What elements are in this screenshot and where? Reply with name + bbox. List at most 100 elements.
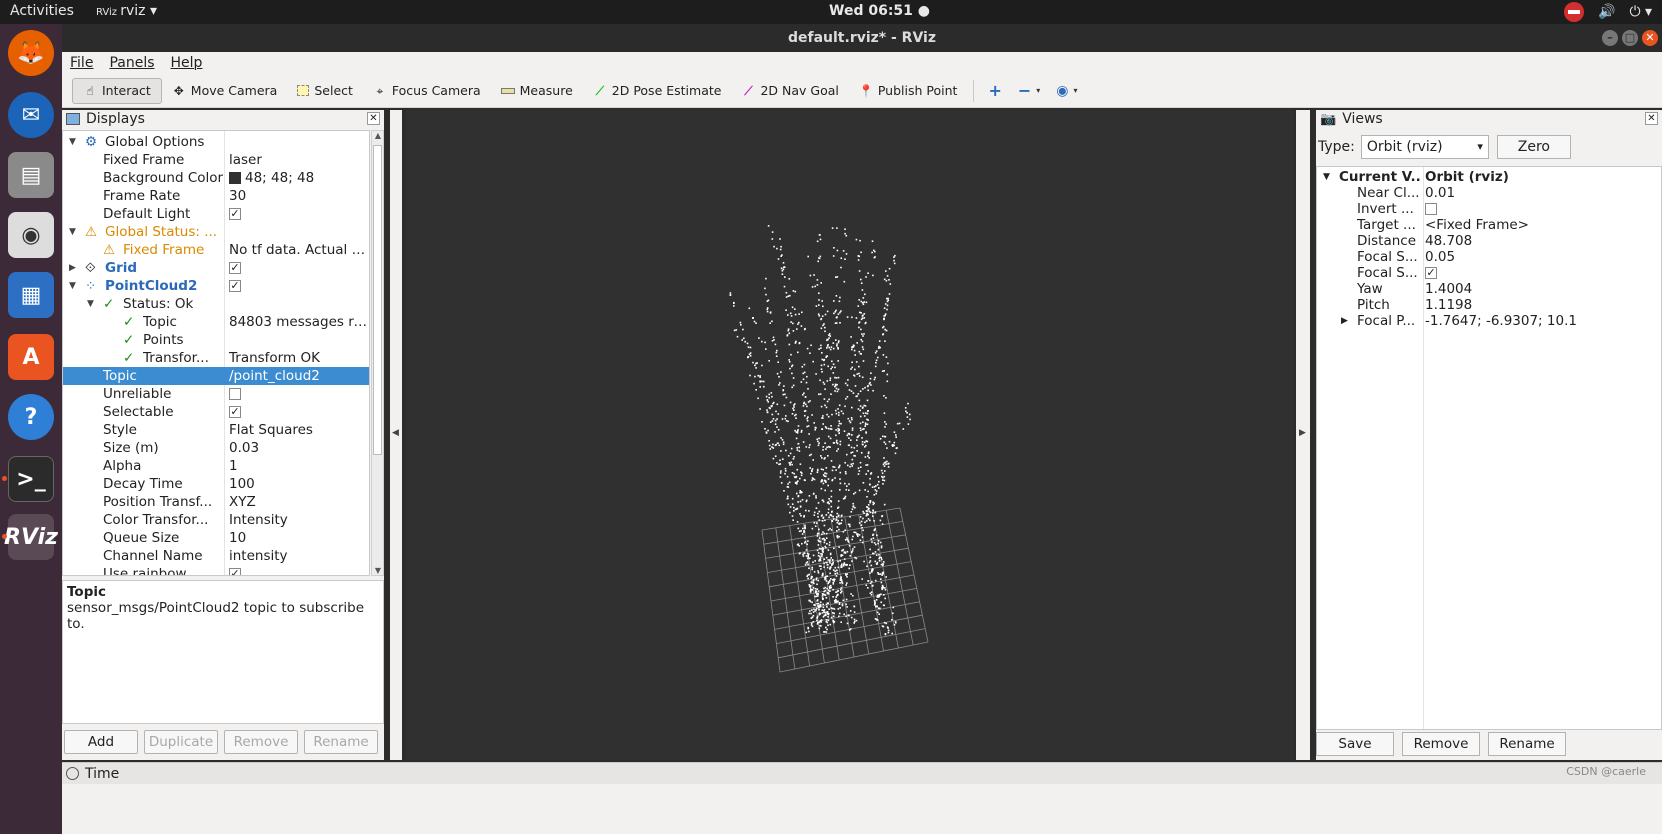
- thunderbird-icon[interactable]: ✉: [8, 92, 54, 138]
- checkbox-checked[interactable]: ✓: [229, 280, 241, 292]
- row-value[interactable]: 100: [227, 475, 369, 493]
- window-titlebar[interactable]: default.rviz* - RViz – □ ✕: [62, 24, 1662, 52]
- row-value[interactable]: Flat Squares: [227, 421, 369, 439]
- row-value[interactable]: 1.1198: [1425, 297, 1661, 313]
- row-value[interactable]: laser: [227, 151, 369, 169]
- collapsed-arrow-icon[interactable]: ▶: [69, 259, 76, 277]
- no-entry-icon[interactable]: [1564, 2, 1584, 22]
- tree-row-current-view[interactable]: ▼ Current V... Orbit (rviz): [1317, 169, 1661, 185]
- right-dock-splitter[interactable]: ▶: [1296, 110, 1310, 760]
- row-value[interactable]: Intensity: [227, 511, 369, 529]
- help-icon[interactable]: ?: [8, 394, 54, 440]
- views-tree[interactable]: ▼ Current V... Orbit (rviz) Near Cl... 0…: [1316, 166, 1662, 730]
- scroll-down-arrow-icon[interactable]: ▼: [373, 566, 383, 575]
- tree-row-topic-selected[interactable]: Topic /point_cloud2: [63, 367, 369, 385]
- tree-row-transform[interactable]: ✓ Transfor... Transform OK: [63, 349, 369, 367]
- checkbox-unchecked[interactable]: [229, 388, 241, 400]
- tree-row-style[interactable]: Style Flat Squares: [63, 421, 369, 439]
- rhythmbox-icon[interactable]: ◉: [8, 212, 54, 258]
- row-value[interactable]: 0.01: [1425, 185, 1661, 201]
- move-camera-tool-button[interactable]: ✥ Move Camera: [162, 78, 288, 104]
- tree-row-size[interactable]: Size (m) 0.03: [63, 439, 369, 457]
- select-tool-button[interactable]: Select: [287, 78, 363, 104]
- minimize-button[interactable]: –: [1602, 30, 1618, 46]
- tree-row-decay-time[interactable]: Decay Time 100: [63, 475, 369, 493]
- publish-point-tool-button[interactable]: 📍 Publish Point: [849, 78, 968, 104]
- tree-row-focal-shape-size[interactable]: Focal S... 0.05: [1317, 249, 1661, 265]
- scrollbar-thumb[interactable]: [373, 145, 382, 455]
- row-value[interactable]: 48; 48; 48: [227, 169, 369, 187]
- tree-row-alpha[interactable]: Alpha 1: [63, 457, 369, 475]
- system-tray[interactable]: 🔊 ⏻ ▾: [1564, 2, 1652, 22]
- collapsed-arrow-icon[interactable]: ▶: [1341, 313, 1348, 329]
- checkbox-checked[interactable]: ✓: [229, 208, 241, 220]
- menu-file[interactable]: File: [70, 52, 93, 74]
- checkbox-checked[interactable]: ✓: [1425, 267, 1437, 279]
- left-dock-splitter[interactable]: ◀: [390, 110, 402, 760]
- tree-row-points[interactable]: ✓ Points: [63, 331, 369, 349]
- tree-row-target-frame[interactable]: Target ... <Fixed Frame>: [1317, 217, 1661, 233]
- interact-tool-button[interactable]: ☝ Interact: [72, 77, 162, 104]
- row-value[interactable]: 0.03: [227, 439, 369, 457]
- tree-row-fixed-frame[interactable]: Fixed Frame laser: [63, 151, 369, 169]
- expand-arrow-icon[interactable]: ▼: [69, 133, 76, 151]
- tree-row-status-ok[interactable]: ▼ ✓ Status: Ok: [63, 295, 369, 313]
- tree-row-default-light[interactable]: Default Light ✓: [63, 205, 369, 223]
- collapse-left-arrow-icon[interactable]: ◀: [392, 428, 399, 438]
- row-value[interactable]: intensity: [227, 547, 369, 565]
- checkbox-checked[interactable]: ✓: [229, 568, 241, 575]
- scroll-up-arrow-icon[interactable]: ▲: [373, 131, 383, 140]
- tree-row-frame-rate[interactable]: Frame Rate 30: [63, 187, 369, 205]
- row-value[interactable]: -1.7647; -6.9307; 10.1: [1425, 313, 1661, 329]
- row-value[interactable]: 10: [227, 529, 369, 547]
- pose-estimate-tool-button[interactable]: ⟋ 2D Pose Estimate: [583, 78, 732, 104]
- clock[interactable]: Wed 06:51 ●: [829, 3, 930, 19]
- rename-view-button[interactable]: Rename: [1488, 732, 1566, 756]
- tree-row-selectable[interactable]: Selectable ✓: [63, 403, 369, 421]
- checkbox-unchecked[interactable]: [1425, 203, 1437, 215]
- row-value[interactable]: <Fixed Frame>: [1425, 217, 1661, 233]
- remove-view-button[interactable]: Remove: [1402, 732, 1480, 756]
- row-value[interactable]: 1.4004: [1425, 281, 1661, 297]
- tree-row-global-options[interactable]: ▼ ⚙ Global Options: [63, 133, 369, 151]
- tree-row-position-transformer[interactable]: Position Transf... XYZ: [63, 493, 369, 511]
- focus-camera-tool-button[interactable]: ⌖ Focus Camera: [363, 78, 491, 104]
- collapse-right-arrow-icon[interactable]: ▶: [1299, 428, 1306, 438]
- row-value[interactable]: XYZ: [227, 493, 369, 511]
- tree-row-yaw[interactable]: Yaw 1.4004: [1317, 281, 1661, 297]
- remove-tool-icon[interactable]: − ▾: [1010, 78, 1048, 104]
- tree-row-background-color[interactable]: Background Color 48; 48; 48: [63, 169, 369, 187]
- tree-row-topic-status[interactable]: ✓ Topic 84803 messages re...: [63, 313, 369, 331]
- firefox-icon[interactable]: 🦊: [8, 30, 54, 76]
- expand-arrow-icon[interactable]: ▼: [69, 223, 76, 241]
- tree-row-pitch[interactable]: Pitch 1.1198: [1317, 297, 1661, 313]
- close-panel-icon[interactable]: ✕: [367, 112, 380, 125]
- tree-row-global-status[interactable]: ▼ ⚠ Global Status: ...: [63, 223, 369, 241]
- zero-button[interactable]: Zero: [1496, 135, 1571, 159]
- measure-tool-button[interactable]: Measure: [491, 78, 583, 104]
- tree-row-status-fixed-frame[interactable]: ⚠ Fixed Frame No tf data. Actual e...: [63, 241, 369, 259]
- rename-display-button[interactable]: Rename: [304, 730, 378, 754]
- tree-row-focal-point[interactable]: ▶ Focal P... -1.7647; -6.9307; 10.1: [1317, 313, 1661, 329]
- software-center-icon[interactable]: A: [8, 334, 54, 380]
- close-panel-icon[interactable]: ✕: [1645, 112, 1658, 125]
- remove-display-button[interactable]: Remove: [224, 730, 298, 754]
- expand-arrow-icon[interactable]: ▼: [1323, 169, 1330, 185]
- expand-arrow-icon[interactable]: ▼: [87, 295, 94, 313]
- eye-icon[interactable]: ◉ ▾: [1048, 78, 1085, 104]
- tree-row-channel-name[interactable]: Channel Name intensity: [63, 547, 369, 565]
- view-type-select[interactable]: Orbit (rviz): [1360, 135, 1489, 159]
- rviz-icon[interactable]: RViz: [4, 514, 58, 560]
- app-menu[interactable]: RViz rviz ▾: [96, 3, 157, 19]
- add-tool-icon[interactable]: +: [980, 78, 1009, 104]
- tree-row-color-transformer[interactable]: Color Transfor... Intensity: [63, 511, 369, 529]
- checkbox-checked[interactable]: ✓: [229, 406, 241, 418]
- row-value[interactable]: 1: [227, 457, 369, 475]
- displays-tree[interactable]: ▼ ⚙ Global Options Fixed Frame laser Bac…: [62, 130, 370, 576]
- tree-row-invert[interactable]: Invert ...: [1317, 201, 1661, 217]
- duplicate-display-button[interactable]: Duplicate: [144, 730, 218, 754]
- render-viewport-3d[interactable]: [406, 110, 1294, 760]
- activities-button[interactable]: Activities: [10, 3, 74, 19]
- row-value[interactable]: 30: [227, 187, 369, 205]
- tree-row-queue-size[interactable]: Queue Size 10: [63, 529, 369, 547]
